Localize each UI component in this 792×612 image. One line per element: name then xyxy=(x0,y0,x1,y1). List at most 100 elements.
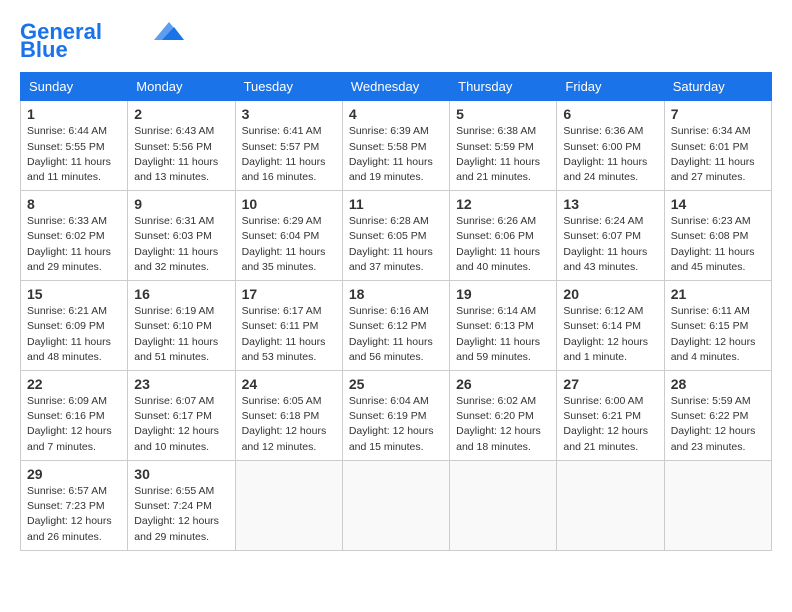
calendar-row-week-3: 15 Sunrise: 6:21 AMSunset: 6:09 PMDayligh… xyxy=(21,281,772,371)
calendar-header-row: SundayMondayTuesdayWednesdayThursdayFrid… xyxy=(21,73,772,101)
day-info: Sunrise: 6:26 AMSunset: 6:06 PMDaylight:… xyxy=(456,214,550,275)
day-info: Sunrise: 6:29 AMSunset: 6:04 PMDaylight:… xyxy=(242,214,336,275)
calendar-cell: 2Sunrise: 6:43 AMSunset: 5:56 PMDaylight… xyxy=(128,101,235,191)
day-info: Sunrise: 6:16 AMSunset: 6:12 PMDaylight:… xyxy=(349,304,443,365)
day-number: 7 xyxy=(671,106,765,122)
calendar-cell: 8 Sunrise: 6:33 AMSunset: 6:02 PMDaylight… xyxy=(21,191,128,281)
day-info: Sunrise: 6:55 AMSunset: 7:24 PMDaylight:… xyxy=(134,484,228,545)
day-info: Sunrise: 6:43 AMSunset: 5:56 PMDaylight:… xyxy=(134,124,228,185)
logo-blue-text: Blue xyxy=(20,38,68,62)
day-info: Sunrise: 6:04 AMSunset: 6:19 PMDaylight:… xyxy=(349,394,443,455)
day-number: 30 xyxy=(134,466,228,482)
day-number: 4 xyxy=(349,106,443,122)
calendar-cell: 20 Sunrise: 6:12 AMSunset: 6:14 PMDayligh… xyxy=(557,281,664,371)
calendar-cell: 10 Sunrise: 6:29 AMSunset: 6:04 PMDayligh… xyxy=(235,191,342,281)
day-info: Sunrise: 6:33 AMSunset: 6:02 PMDaylight:… xyxy=(27,214,121,275)
day-number: 13 xyxy=(563,196,657,212)
day-number: 1 xyxy=(27,106,121,122)
day-info: Sunrise: 6:38 AMSunset: 5:59 PMDaylight:… xyxy=(456,124,550,185)
day-info: Sunrise: 6:23 AMSunset: 6:08 PMDaylight:… xyxy=(671,214,765,275)
day-number: 11 xyxy=(349,196,443,212)
day-info: Sunrise: 6:09 AMSunset: 6:16 PMDaylight:… xyxy=(27,394,121,455)
day-number: 17 xyxy=(242,286,336,302)
calendar-cell xyxy=(342,460,449,550)
calendar-cell: 9 Sunrise: 6:31 AMSunset: 6:03 PMDaylight… xyxy=(128,191,235,281)
day-info: Sunrise: 6:12 AMSunset: 6:14 PMDaylight:… xyxy=(563,304,657,365)
day-info: Sunrise: 6:41 AMSunset: 5:57 PMDaylight:… xyxy=(242,124,336,185)
day-info: Sunrise: 6:34 AMSunset: 6:01 PMDaylight:… xyxy=(671,124,765,185)
day-info: Sunrise: 6:44 AMSunset: 5:55 PMDaylight:… xyxy=(27,124,121,185)
day-info: Sunrise: 6:11 AMSunset: 6:15 PMDaylight:… xyxy=(671,304,765,365)
calendar-cell: 30 Sunrise: 6:55 AMSunset: 7:24 PMDayligh… xyxy=(128,460,235,550)
calendar-row-week-4: 22 Sunrise: 6:09 AMSunset: 6:16 PMDayligh… xyxy=(21,371,772,461)
day-info: Sunrise: 6:05 AMSunset: 6:18 PMDaylight:… xyxy=(242,394,336,455)
calendar-row-week-5: 29 Sunrise: 6:57 AMSunset: 7:23 PMDayligh… xyxy=(21,460,772,550)
day-number: 6 xyxy=(563,106,657,122)
calendar-cell: 27 Sunrise: 6:00 AMSunset: 6:21 PMDayligh… xyxy=(557,371,664,461)
day-number: 14 xyxy=(671,196,765,212)
calendar-cell: 4 Sunrise: 6:39 AMSunset: 5:58 PMDaylight… xyxy=(342,101,449,191)
day-info: Sunrise: 6:57 AMSunset: 7:23 PMDaylight:… xyxy=(27,484,121,545)
day-header-sunday: Sunday xyxy=(21,73,128,101)
day-info: Sunrise: 6:28 AMSunset: 6:05 PMDaylight:… xyxy=(349,214,443,275)
day-number: 29 xyxy=(27,466,121,482)
calendar-cell: 17 Sunrise: 6:17 AMSunset: 6:11 PMDayligh… xyxy=(235,281,342,371)
calendar: SundayMondayTuesdayWednesdayThursdayFrid… xyxy=(20,72,772,550)
calendar-cell: 3 Sunrise: 6:41 AMSunset: 5:57 PMDaylight… xyxy=(235,101,342,191)
day-number: 10 xyxy=(242,196,336,212)
day-header-saturday: Saturday xyxy=(664,73,771,101)
calendar-cell: 6Sunrise: 6:36 AMSunset: 6:00 PMDaylight… xyxy=(557,101,664,191)
day-info: Sunrise: 6:17 AMSunset: 6:11 PMDaylight:… xyxy=(242,304,336,365)
calendar-cell: 25 Sunrise: 6:04 AMSunset: 6:19 PMDayligh… xyxy=(342,371,449,461)
header: General Blue xyxy=(20,20,772,62)
calendar-cell: 16 Sunrise: 6:19 AMSunset: 6:10 PMDayligh… xyxy=(128,281,235,371)
day-number: 28 xyxy=(671,376,765,392)
day-info: Sunrise: 6:24 AMSunset: 6:07 PMDaylight:… xyxy=(563,214,657,275)
calendar-cell: 21 Sunrise: 6:11 AMSunset: 6:15 PMDayligh… xyxy=(664,281,771,371)
day-number: 19 xyxy=(456,286,550,302)
day-number: 3 xyxy=(242,106,336,122)
calendar-cell xyxy=(450,460,557,550)
day-number: 15 xyxy=(27,286,121,302)
calendar-cell: 5 Sunrise: 6:38 AMSunset: 5:59 PMDaylight… xyxy=(450,101,557,191)
day-header-friday: Friday xyxy=(557,73,664,101)
day-number: 22 xyxy=(27,376,121,392)
day-number: 8 xyxy=(27,196,121,212)
day-number: 20 xyxy=(563,286,657,302)
calendar-cell: 18Sunrise: 6:16 AMSunset: 6:12 PMDayligh… xyxy=(342,281,449,371)
day-number: 21 xyxy=(671,286,765,302)
day-number: 9 xyxy=(134,196,228,212)
day-number: 27 xyxy=(563,376,657,392)
day-info: Sunrise: 6:31 AMSunset: 6:03 PMDaylight:… xyxy=(134,214,228,275)
calendar-row-week-1: 1 Sunrise: 6:44 AMSunset: 5:55 PMDaylight… xyxy=(21,101,772,191)
calendar-cell xyxy=(664,460,771,550)
day-info: Sunrise: 6:07 AMSunset: 6:17 PMDaylight:… xyxy=(134,394,228,455)
day-info: Sunrise: 6:00 AMSunset: 6:21 PMDaylight:… xyxy=(563,394,657,455)
logo-icon xyxy=(154,22,184,40)
calendar-cell: 13 Sunrise: 6:24 AMSunset: 6:07 PMDayligh… xyxy=(557,191,664,281)
calendar-cell: 24Sunrise: 6:05 AMSunset: 6:18 PMDayligh… xyxy=(235,371,342,461)
calendar-cell: 7 Sunrise: 6:34 AMSunset: 6:01 PMDaylight… xyxy=(664,101,771,191)
day-number: 16 xyxy=(134,286,228,302)
calendar-cell xyxy=(235,460,342,550)
calendar-cell: 12Sunrise: 6:26 AMSunset: 6:06 PMDayligh… xyxy=(450,191,557,281)
calendar-cell: 26Sunrise: 6:02 AMSunset: 6:20 PMDayligh… xyxy=(450,371,557,461)
day-number: 5 xyxy=(456,106,550,122)
logo: General Blue xyxy=(20,20,184,62)
day-header-thursday: Thursday xyxy=(450,73,557,101)
day-info: Sunrise: 6:39 AMSunset: 5:58 PMDaylight:… xyxy=(349,124,443,185)
day-number: 23 xyxy=(134,376,228,392)
calendar-row-week-2: 8 Sunrise: 6:33 AMSunset: 6:02 PMDaylight… xyxy=(21,191,772,281)
day-info: Sunrise: 6:19 AMSunset: 6:10 PMDaylight:… xyxy=(134,304,228,365)
day-number: 25 xyxy=(349,376,443,392)
calendar-cell: 15 Sunrise: 6:21 AMSunset: 6:09 PMDayligh… xyxy=(21,281,128,371)
calendar-cell: 14 Sunrise: 6:23 AMSunset: 6:08 PMDayligh… xyxy=(664,191,771,281)
calendar-cell: 29 Sunrise: 6:57 AMSunset: 7:23 PMDayligh… xyxy=(21,460,128,550)
day-info: Sunrise: 6:02 AMSunset: 6:20 PMDaylight:… xyxy=(456,394,550,455)
calendar-cell: 11 Sunrise: 6:28 AMSunset: 6:05 PMDayligh… xyxy=(342,191,449,281)
day-header-monday: Monday xyxy=(128,73,235,101)
calendar-cell: 28Sunrise: 5:59 AMSunset: 6:22 PMDayligh… xyxy=(664,371,771,461)
calendar-cell: 1 Sunrise: 6:44 AMSunset: 5:55 PMDaylight… xyxy=(21,101,128,191)
day-info: Sunrise: 6:21 AMSunset: 6:09 PMDaylight:… xyxy=(27,304,121,365)
day-info: Sunrise: 6:14 AMSunset: 6:13 PMDaylight:… xyxy=(456,304,550,365)
